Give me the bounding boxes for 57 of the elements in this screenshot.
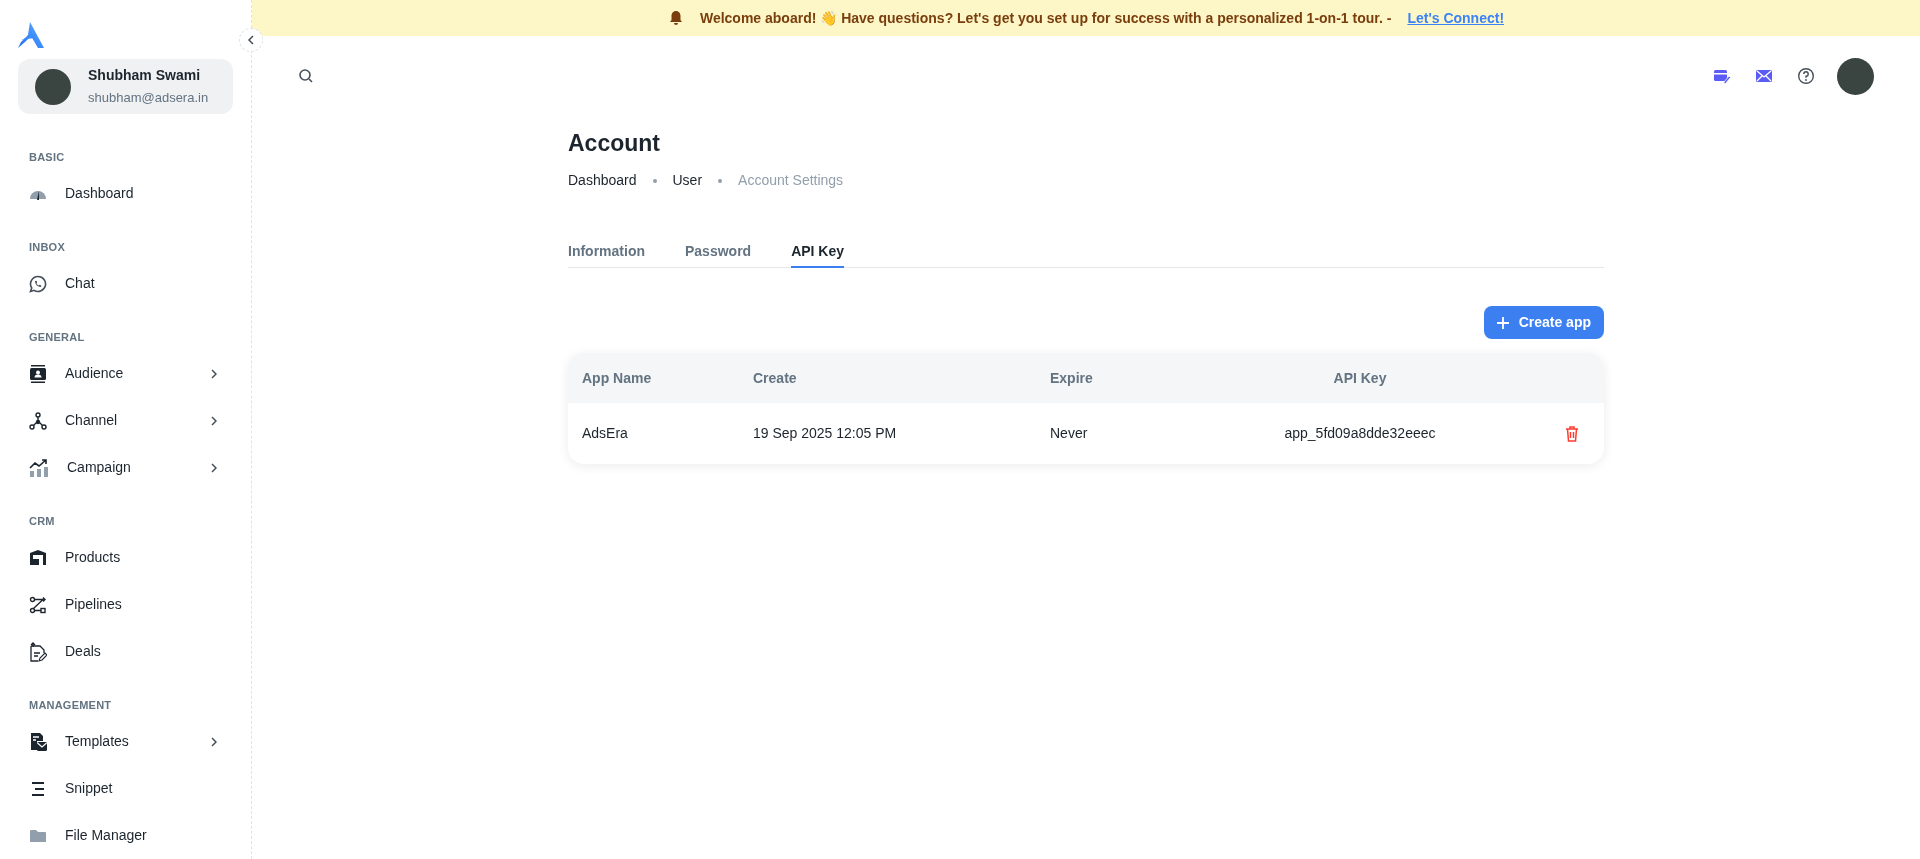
folder-icon [29, 827, 47, 844]
network-nodes-icon [29, 411, 47, 430]
align-lines-icon [29, 780, 47, 797]
section-title: MANAGEMENT [28, 697, 113, 713]
user-name: Shubham Swami [88, 66, 202, 86]
pipeline-icon [29, 595, 47, 614]
nav-item[interactable]: Products [18, 534, 233, 581]
nav-item[interactable]: Audience [18, 350, 233, 397]
column-header: Create [753, 368, 798, 388]
user-avatar[interactable] [1837, 57, 1874, 95]
section-title: BASIC [28, 149, 66, 165]
whatsapp-icon [29, 274, 47, 293]
trash-icon [1565, 425, 1579, 442]
column-header: Expire [1050, 368, 1094, 388]
nav-item[interactable]: Templates [18, 718, 233, 765]
nav-item[interactable]: Snippet [18, 765, 233, 812]
table-cell-text: 19 Sep 2025 12:05 PM [753, 424, 898, 443]
tab[interactable]: Information [568, 237, 645, 268]
tab[interactable]: Password [685, 237, 752, 268]
column-header: App Name [581, 368, 653, 388]
file-mail-icon [29, 731, 47, 752]
table-cell-text: AdsEra [581, 424, 629, 443]
help-icon[interactable] [1797, 67, 1815, 85]
column-header: API Key [1332, 368, 1388, 388]
collapse-button[interactable] [239, 28, 263, 52]
mail-icon[interactable] [1755, 69, 1773, 83]
store-icon [29, 548, 47, 567]
plus-icon [1496, 316, 1509, 329]
section-title: INBOX [28, 239, 66, 255]
nav-item[interactable]: Channel [18, 397, 233, 444]
nav-item[interactable]: Deals [18, 628, 233, 675]
contact-card-icon [29, 364, 47, 383]
nav-item[interactable]: File Manager [18, 812, 233, 859]
page-title: Account [568, 129, 661, 158]
chevron-left-icon [247, 35, 255, 45]
nav-item[interactable]: Chat [18, 260, 233, 307]
profile-card[interactable]: Shubham Swami shubham@adsera.in [18, 59, 233, 114]
banner-message: Welcome aboard! 👋 Have questions? Let's get you set up for success with a personalized 1-on-1 tour. - [699, 8, 1392, 28]
breadcrumb-link[interactable]: User [672, 170, 703, 191]
search-icon[interactable] [298, 68, 314, 84]
table-cell-text: app_5fd09a8dde32eeec [1283, 424, 1437, 443]
section-title: GENERAL [28, 329, 86, 345]
section-title: CRM [28, 513, 56, 529]
create-app-button[interactable]: Create app [1483, 306, 1604, 339]
document-edit-icon [29, 641, 47, 662]
breadcrumb-link[interactable]: Dashboard [568, 170, 637, 191]
user-email: shubham@adsera.in [88, 89, 209, 108]
bell-icon [667, 10, 684, 26]
tab[interactable]: API Key [791, 237, 845, 268]
nav-item[interactable]: Dashboard [18, 170, 233, 217]
calendar-edit-icon[interactable] [1713, 68, 1731, 84]
table-cell-text: Never [1050, 424, 1089, 443]
chart-trend-icon [29, 458, 49, 477]
nav-item[interactable]: Campaign [18, 444, 233, 491]
avatar [35, 68, 71, 105]
nav-item[interactable]: Pipelines [18, 581, 233, 628]
logo-icon [18, 20, 46, 50]
